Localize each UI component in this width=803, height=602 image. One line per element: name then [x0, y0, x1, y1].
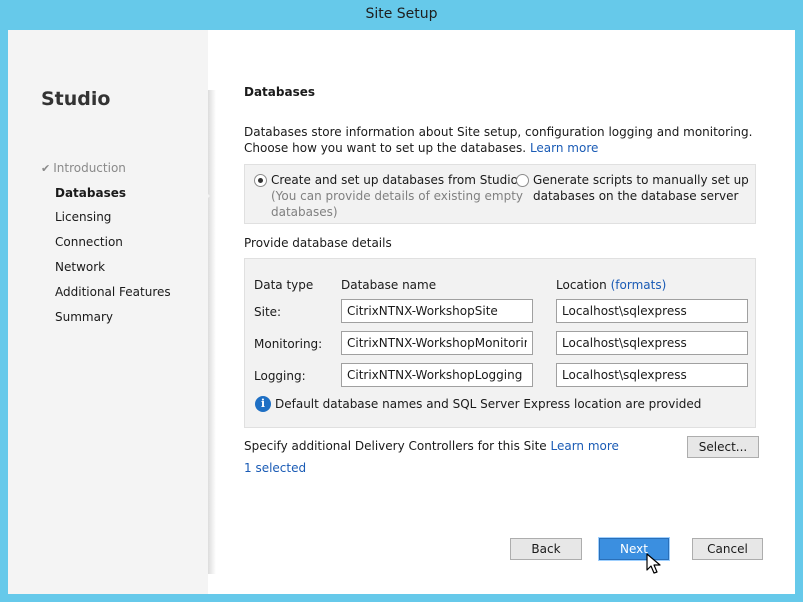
option-scripts-label-1[interactable]: Generate scripts to manually set up	[533, 172, 749, 188]
active-step-indicator	[202, 188, 210, 204]
header-location-label: Location	[556, 278, 607, 292]
sidebar: Studio ✔ Introduction Databases Licensing…	[8, 30, 208, 594]
wizard-dialog: Studio ✔ Introduction Databases Licensing…	[8, 30, 795, 594]
selected-count-link[interactable]: 1 selected	[244, 461, 306, 475]
description-line-1: Databases store information about Site s…	[244, 125, 753, 139]
page-heading: Databases	[244, 85, 316, 99]
select-controllers-button[interactable]: Select...	[687, 436, 759, 458]
option-studio-sub-1: (You can provide details of existing emp…	[271, 189, 524, 203]
monitoring-db-name-input[interactable]	[341, 331, 533, 355]
setup-options-group: Create and set up databases from Studio …	[244, 164, 756, 224]
site-db-name-input[interactable]	[341, 299, 533, 323]
row-label-site: Site:	[254, 305, 282, 319]
description-line-2: Choose how you want to set up the databa…	[244, 141, 527, 155]
mouse-cursor-icon	[646, 553, 661, 574]
option-studio-sub-2: databases)	[271, 205, 338, 219]
option-scripts-label-2[interactable]: databases on the database server	[533, 188, 738, 204]
step-introduction: ✔ Introduction	[41, 161, 126, 175]
defaults-info-text: Default database names and SQL Server Ex…	[275, 397, 702, 411]
step-databases: Databases	[55, 186, 127, 200]
monitoring-location-input[interactable]	[556, 331, 748, 355]
controllers-learn-more-link[interactable]: Learn more	[551, 439, 619, 453]
logging-location-input[interactable]	[556, 363, 748, 387]
option-studio-label[interactable]: Create and set up databases from Studio	[271, 172, 518, 188]
check-icon: ✔	[41, 162, 51, 175]
site-location-input[interactable]	[556, 299, 748, 323]
header-database-name: Database name	[341, 278, 437, 292]
radio-create-from-studio[interactable]	[254, 174, 267, 187]
step-summary: Summary	[55, 310, 113, 324]
row-label-monitoring: Monitoring:	[254, 337, 323, 351]
info-icon: i	[255, 396, 271, 412]
window-title: Site Setup	[365, 6, 438, 22]
sidebar-divider	[208, 90, 216, 574]
step-label: Introduction	[53, 161, 126, 175]
cancel-button[interactable]: Cancel	[692, 538, 763, 560]
controllers-text: Specify additional Delivery Controllers …	[244, 439, 547, 453]
details-label: Provide database details	[244, 236, 392, 250]
row-label-logging: Logging:	[254, 369, 306, 383]
main-panel: Databases Databases store information ab…	[244, 30, 764, 594]
formats-link[interactable]: (formats)	[611, 278, 667, 292]
back-button[interactable]: Back	[510, 538, 582, 560]
database-details-group: Data type Database name Location (format…	[244, 258, 756, 428]
controllers-section: Specify additional Delivery Controllers …	[244, 439, 619, 453]
learn-more-link[interactable]: Learn more	[530, 141, 598, 155]
sidebar-title: Studio	[41, 88, 111, 110]
page-description: Databases store information about Site s…	[244, 124, 764, 156]
step-network: Network	[55, 260, 106, 274]
logging-db-name-input[interactable]	[341, 363, 533, 387]
header-location: Location (formats)	[556, 278, 666, 292]
radio-generate-scripts[interactable]	[516, 174, 529, 187]
step-additional-features: Additional Features	[55, 285, 171, 299]
step-licensing: Licensing	[55, 210, 112, 224]
header-data-type: Data type	[254, 278, 314, 292]
step-connection: Connection	[55, 235, 123, 249]
